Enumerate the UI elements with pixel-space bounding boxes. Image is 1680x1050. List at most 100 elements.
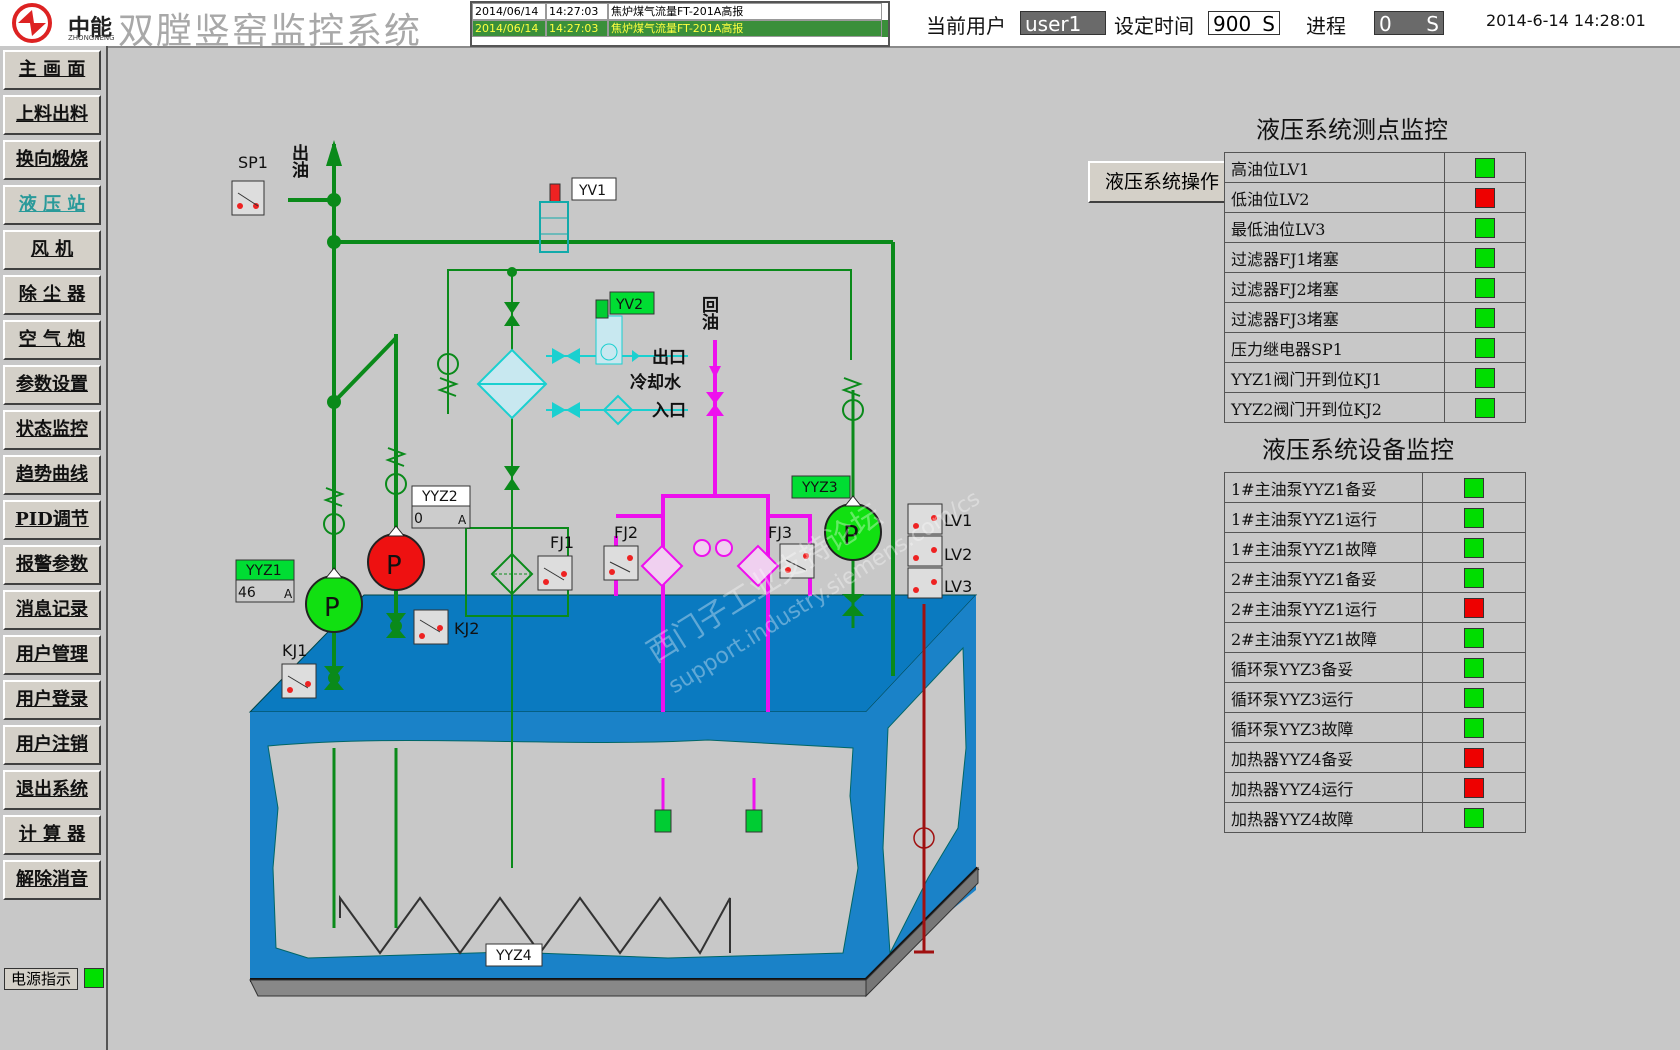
nav-message-log[interactable]: 消息记录: [3, 590, 101, 630]
hydraulic-operation-button[interactable]: 液压系统操作: [1088, 161, 1236, 203]
table-row: 1#主油泵YYZ1备妥: [1224, 472, 1526, 503]
main-area: YYZ4 YV2 YV1 SP1 出油 FJ1 回油 FJ2 FJ3 出口 冷却…: [108, 48, 1680, 1050]
progress-label: 进程: [1306, 14, 1346, 38]
point-label: 过滤器FJ1堵塞: [1224, 242, 1445, 273]
nav-fan[interactable]: 风 机: [3, 230, 101, 270]
point-label: 压力继电器SP1: [1224, 332, 1445, 363]
filter-switch-fj2[interactable]: [603, 545, 639, 581]
top-bar: 中能 ZHONGNENG 双膛竖窑监控系统 2014/06/14 14:27:0…: [0, 0, 1680, 52]
status-led: [1475, 307, 1495, 328]
device-label: 1#主油泵YYZ1故障: [1224, 532, 1423, 563]
point-label: 过滤器FJ3堵塞: [1224, 302, 1445, 333]
table-row: YYZ1阀门开到位KJ1: [1224, 362, 1526, 393]
pressure-switch-sp1[interactable]: [231, 180, 265, 216]
table-row: 过滤器FJ1堵塞: [1224, 242, 1526, 273]
pump-yyz2[interactable]: P: [367, 525, 425, 591]
progress-value: 0: [1379, 12, 1392, 36]
alarm-date: 2014/06/14: [472, 20, 546, 37]
inlet-label: 入口: [652, 401, 686, 421]
kj1-label: KJ1: [282, 641, 307, 660]
status-led: [1475, 337, 1495, 358]
nav-reversing[interactable]: 换向煅烧: [3, 140, 101, 180]
table-row: 高油位LV1: [1224, 152, 1526, 183]
yyz1-label: YYZ1: [245, 563, 282, 579]
alarm-time: 14:27:03: [546, 20, 608, 37]
set-time-input[interactable]: 900 S: [1208, 11, 1280, 36]
limit-switch-kj2[interactable]: [413, 609, 449, 645]
power-indicator-label: 电源指示: [4, 968, 78, 990]
table-row: 过滤器FJ3堵塞: [1224, 302, 1526, 333]
current-user-field: user1: [1020, 11, 1106, 36]
power-indicator-led: [84, 968, 104, 988]
table-row: 加热器YYZ4故障: [1224, 802, 1526, 833]
nav-exit[interactable]: 退出系统: [3, 770, 101, 810]
point-label: 高油位LV1: [1224, 152, 1445, 183]
limit-switch-kj1[interactable]: [281, 663, 317, 699]
point-label: 低油位LV2: [1224, 182, 1445, 213]
nav-user-management[interactable]: 用户管理: [3, 635, 101, 675]
table-row: 加热器YYZ4运行: [1224, 772, 1526, 803]
status-led: [1464, 597, 1484, 618]
table-row: 过滤器FJ2堵塞: [1224, 272, 1526, 303]
table-row: 低油位LV2: [1224, 182, 1526, 213]
progress-unit: S: [1426, 12, 1439, 36]
logo-sub: ZHONGNENG: [68, 34, 115, 42]
alarm-list[interactable]: 2014/06/14 14:27:03 焦炉煤气流量FT-201A高报 2014…: [470, 1, 890, 47]
alarm-message: 焦炉煤气流量FT-201A高报: [608, 3, 882, 20]
cooling-water-label: 冷却水: [630, 372, 682, 393]
nav-alarm-params[interactable]: 报警参数: [3, 545, 101, 585]
pump-yyz1[interactable]: P: [305, 567, 363, 633]
filter-switch-fj1[interactable]: [537, 555, 573, 591]
status-led: [1475, 187, 1495, 208]
status-led: [1464, 747, 1484, 768]
alarm-row[interactable]: 2014/06/14 14:27:03 焦炉煤气流量FT-201A高报: [472, 3, 888, 20]
set-time-unit: S: [1262, 12, 1275, 36]
kj2-label: KJ2: [454, 619, 479, 638]
nav-main[interactable]: 主 画 面: [3, 50, 101, 90]
nav-calculator[interactable]: 计 算 器: [3, 815, 101, 855]
alarm-message: 焦炉煤气流量FT-201A高报: [608, 20, 882, 37]
status-led: [1464, 687, 1484, 708]
app-title: 双膛竖窑监控系统: [118, 11, 423, 52]
logo-icon: [12, 3, 52, 43]
oil-out-arrow: [326, 140, 342, 166]
status-led: [1464, 507, 1484, 528]
yv1-label: YV1: [578, 183, 606, 199]
nav-parameters[interactable]: 参数设置: [3, 365, 101, 405]
nav-login[interactable]: 用户登录: [3, 680, 101, 720]
nav-hydraulic-station[interactable]: 液 压 站: [3, 185, 101, 225]
yyz1-current-unit: A: [284, 587, 293, 601]
nav-pid[interactable]: PID调节: [3, 500, 101, 540]
device-label: 2#主油泵YYZ1运行: [1224, 592, 1423, 623]
outlet-label: 出口: [652, 347, 686, 368]
nav-dust-collector[interactable]: 除 尘 器: [3, 275, 101, 315]
table-row: 2#主油泵YYZ1运行: [1224, 592, 1526, 623]
nav-status-monitor[interactable]: 状态监控: [3, 410, 101, 450]
device-label: 循环泵YYZ3备妥: [1224, 652, 1423, 683]
status-led: [1464, 777, 1484, 798]
alarm-date: 2014/06/14: [472, 3, 546, 20]
hydraulic-diagram: YYZ4 YV2 YV1 SP1 出油 FJ1 回油 FJ2 FJ3 出口 冷却…: [231, 140, 984, 998]
sidebar: 主 画 面 上料出料 换向煅烧 液 压 站 风 机 除 尘 器 空 气 炮 参数…: [0, 46, 108, 1050]
nav-trend[interactable]: 趋势曲线: [3, 455, 101, 495]
company-logo: 中能 ZHONGNENG: [4, 2, 115, 44]
lv2-label: LV2: [944, 545, 972, 564]
nav-silence[interactable]: 解除消音: [3, 860, 101, 900]
status-led: [1464, 537, 1484, 558]
points-table: 高油位LV1 低油位LV2 最低油位LV3 过滤器FJ1堵塞 过滤器FJ2堵塞 …: [1224, 152, 1526, 423]
device-label: 加热器YYZ4运行: [1224, 772, 1423, 803]
lv3-label: LV3: [944, 577, 972, 596]
points-panel-title: 液压系统测点监控: [1256, 116, 1448, 144]
nav-feed-discharge[interactable]: 上料出料: [3, 95, 101, 135]
alarm-row[interactable]: 2014/06/14 14:27:03 焦炉煤气流量FT-201A高报: [472, 20, 888, 37]
status-led: [1464, 567, 1484, 588]
device-label: 1#主油泵YYZ1备妥: [1224, 472, 1423, 503]
status-led: [1464, 477, 1484, 498]
alarm-time: 14:27:03: [546, 3, 608, 20]
device-label: 循环泵YYZ3故障: [1224, 712, 1423, 743]
set-time-value: 900: [1213, 12, 1252, 36]
fj3-label: FJ3: [768, 523, 792, 542]
status-led: [1475, 247, 1495, 268]
nav-logout[interactable]: 用户注销: [3, 725, 101, 765]
nav-air-cannon[interactable]: 空 气 炮: [3, 320, 101, 360]
